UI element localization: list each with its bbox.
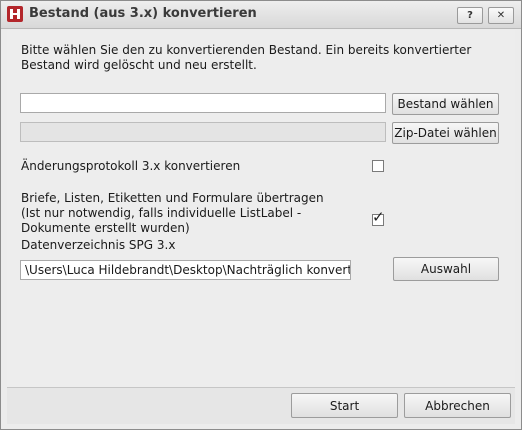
briefe-checkbox[interactable]: ✓ [372, 210, 385, 226]
abbrechen-button[interactable]: Abbrechen [404, 393, 511, 418]
dialog-content: Bitte wählen Sie den zu konvertierenden … [7, 30, 515, 387]
bestand-waehlen-button[interactable]: Bestand wählen [392, 93, 499, 115]
dialog-footer: Start Abbrechen [7, 387, 515, 424]
auswahl-button[interactable]: Auswahl [393, 257, 499, 281]
zip-path-field [20, 122, 386, 142]
help-button[interactable]: ? [457, 7, 483, 24]
checkmark-icon: ✓ [372, 208, 385, 226]
dialog-window: Bestand (aus 3.x) konvertieren ? ✕ Bitte… [0, 0, 522, 430]
datenverzeichnis-path-field[interactable]: \Users\Luca Hildebrandt\Desktop\Nachträg… [20, 260, 351, 280]
title-bar[interactable]: Bestand (aus 3.x) konvertieren ? ✕ [1, 1, 521, 29]
close-icon: ✕ [496, 10, 506, 21]
zip-datei-waehlen-button[interactable]: Zip-Datei wählen [392, 122, 499, 144]
briefe-label-line1: Briefe, Listen, Etiketten und Formulare … [21, 191, 324, 205]
close-button[interactable]: ✕ [488, 7, 514, 24]
protokoll-checkbox[interactable] [372, 160, 384, 172]
briefe-label-line3: Dokumente erstellt wurden) [21, 221, 190, 235]
help-icon: ? [467, 10, 473, 21]
bestand-path-field[interactable] [20, 93, 386, 113]
briefe-label-line2: (Ist nur notwendig, falls individuelle L… [21, 206, 302, 220]
window-title: Bestand (aus 3.x) konvertieren [29, 6, 257, 21]
app-icon [7, 6, 23, 22]
start-button[interactable]: Start [291, 393, 398, 418]
protokoll-label: Änderungsprotokoll 3.x konvertieren [21, 159, 241, 173]
intro-text: Bitte wählen Sie den zu konvertierenden … [21, 43, 472, 72]
datenverzeichnis-label: Datenverzeichnis SPG 3.x [21, 238, 176, 252]
